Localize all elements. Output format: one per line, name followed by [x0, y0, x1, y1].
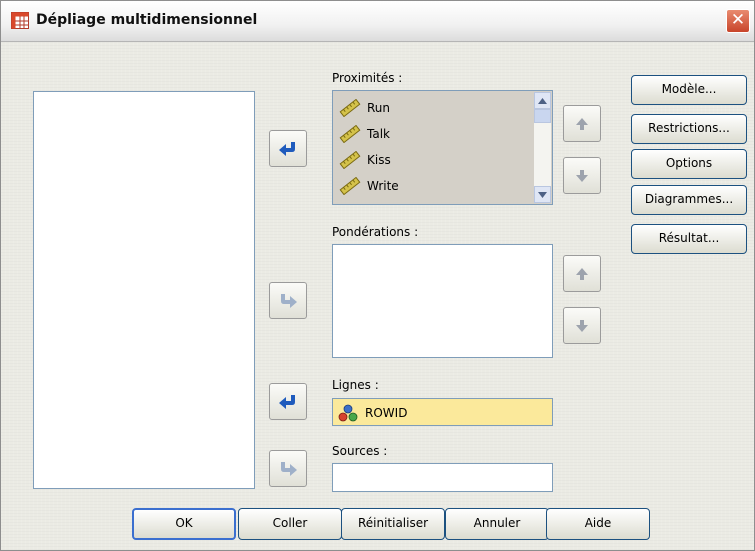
- ruler-scale-icon: [339, 99, 361, 117]
- triangle-up-icon: [538, 97, 547, 104]
- list-item[interactable]: Kiss: [339, 147, 391, 173]
- arrow-right-icon: [281, 461, 297, 476]
- list-item[interactable]: Run: [339, 95, 390, 121]
- variable-label: Run: [367, 101, 391, 115]
- scroll-up-button[interactable]: [534, 92, 551, 109]
- sources-label: Sources :: [332, 444, 388, 458]
- dialog-body: Proximités : Run Talk Kiss Write Pondéra…: [1, 42, 754, 550]
- move-to-sources-button[interactable]: [269, 450, 307, 487]
- variable-label: Talk: [367, 127, 390, 141]
- output-button[interactable]: Résultat...: [631, 224, 747, 254]
- plots-button[interactable]: Diagrammes...: [631, 185, 747, 215]
- ruler-scale-icon: [339, 151, 361, 169]
- reset-button[interactable]: Réinitialiser: [341, 508, 445, 540]
- arrow-left-icon: [279, 394, 295, 409]
- proximities-list[interactable]: Run Talk Kiss Write: [332, 90, 553, 205]
- model-button[interactable]: Modèle...: [631, 75, 747, 105]
- sources-field[interactable]: [332, 463, 553, 492]
- weights-list[interactable]: [332, 244, 553, 358]
- move-to-weights-button[interactable]: [269, 282, 307, 319]
- nominal-circles-icon: [338, 404, 358, 422]
- title-bar: Dépliage multidimensionnel ✕: [1, 1, 754, 42]
- variable-label: Kiss: [367, 153, 391, 167]
- arrow-up-icon: [576, 117, 588, 130]
- close-icon: ✕: [730, 10, 746, 30]
- weights-label: Pondérations :: [332, 225, 419, 239]
- move-to-rows-button[interactable]: [269, 383, 307, 420]
- proximities-move-up-button[interactable]: [563, 105, 601, 142]
- source-variable-list[interactable]: [33, 91, 255, 489]
- options-button[interactable]: Options: [631, 149, 747, 179]
- proximities-move-down-button[interactable]: [563, 157, 601, 194]
- list-item[interactable]: Talk: [339, 121, 390, 147]
- ok-button[interactable]: OK: [132, 508, 236, 540]
- paste-button[interactable]: Coller: [238, 508, 342, 540]
- arrow-up-icon: [576, 267, 588, 280]
- arrow-right-icon: [281, 293, 297, 308]
- dialog-window: Dépliage multidimensionnel ✕ Proximités …: [0, 0, 755, 551]
- triangle-down-icon: [538, 191, 547, 198]
- weights-move-down-button[interactable]: [563, 307, 601, 344]
- restrictions-button[interactable]: Restrictions...: [631, 114, 747, 144]
- arrow-left-icon: [279, 141, 295, 156]
- scroll-thumb[interactable]: [534, 109, 551, 123]
- rows-value: ROWID: [365, 406, 408, 420]
- ruler-scale-icon: [339, 177, 361, 195]
- app-grid-icon: [11, 12, 29, 29]
- rows-field[interactable]: ROWID: [332, 398, 553, 426]
- scroll-down-button[interactable]: [534, 186, 551, 203]
- list-item[interactable]: ROWID: [337, 400, 407, 426]
- list-item[interactable]: Write: [339, 173, 399, 199]
- cancel-button[interactable]: Annuler: [445, 508, 549, 540]
- proximities-label: Proximités :: [332, 71, 403, 85]
- close-button[interactable]: ✕: [726, 9, 750, 33]
- proximities-scrollbar[interactable]: [534, 92, 551, 203]
- arrow-down-icon: [576, 169, 588, 182]
- arrow-down-icon: [576, 319, 588, 332]
- variable-label: Write: [367, 179, 399, 193]
- help-button[interactable]: Aide: [546, 508, 650, 540]
- window-title: Dépliage multidimensionnel: [36, 12, 258, 28]
- ruler-scale-icon: [339, 125, 361, 143]
- weights-move-up-button[interactable]: [563, 255, 601, 292]
- move-to-proximities-button[interactable]: [269, 130, 307, 167]
- rows-label: Lignes :: [332, 378, 379, 392]
